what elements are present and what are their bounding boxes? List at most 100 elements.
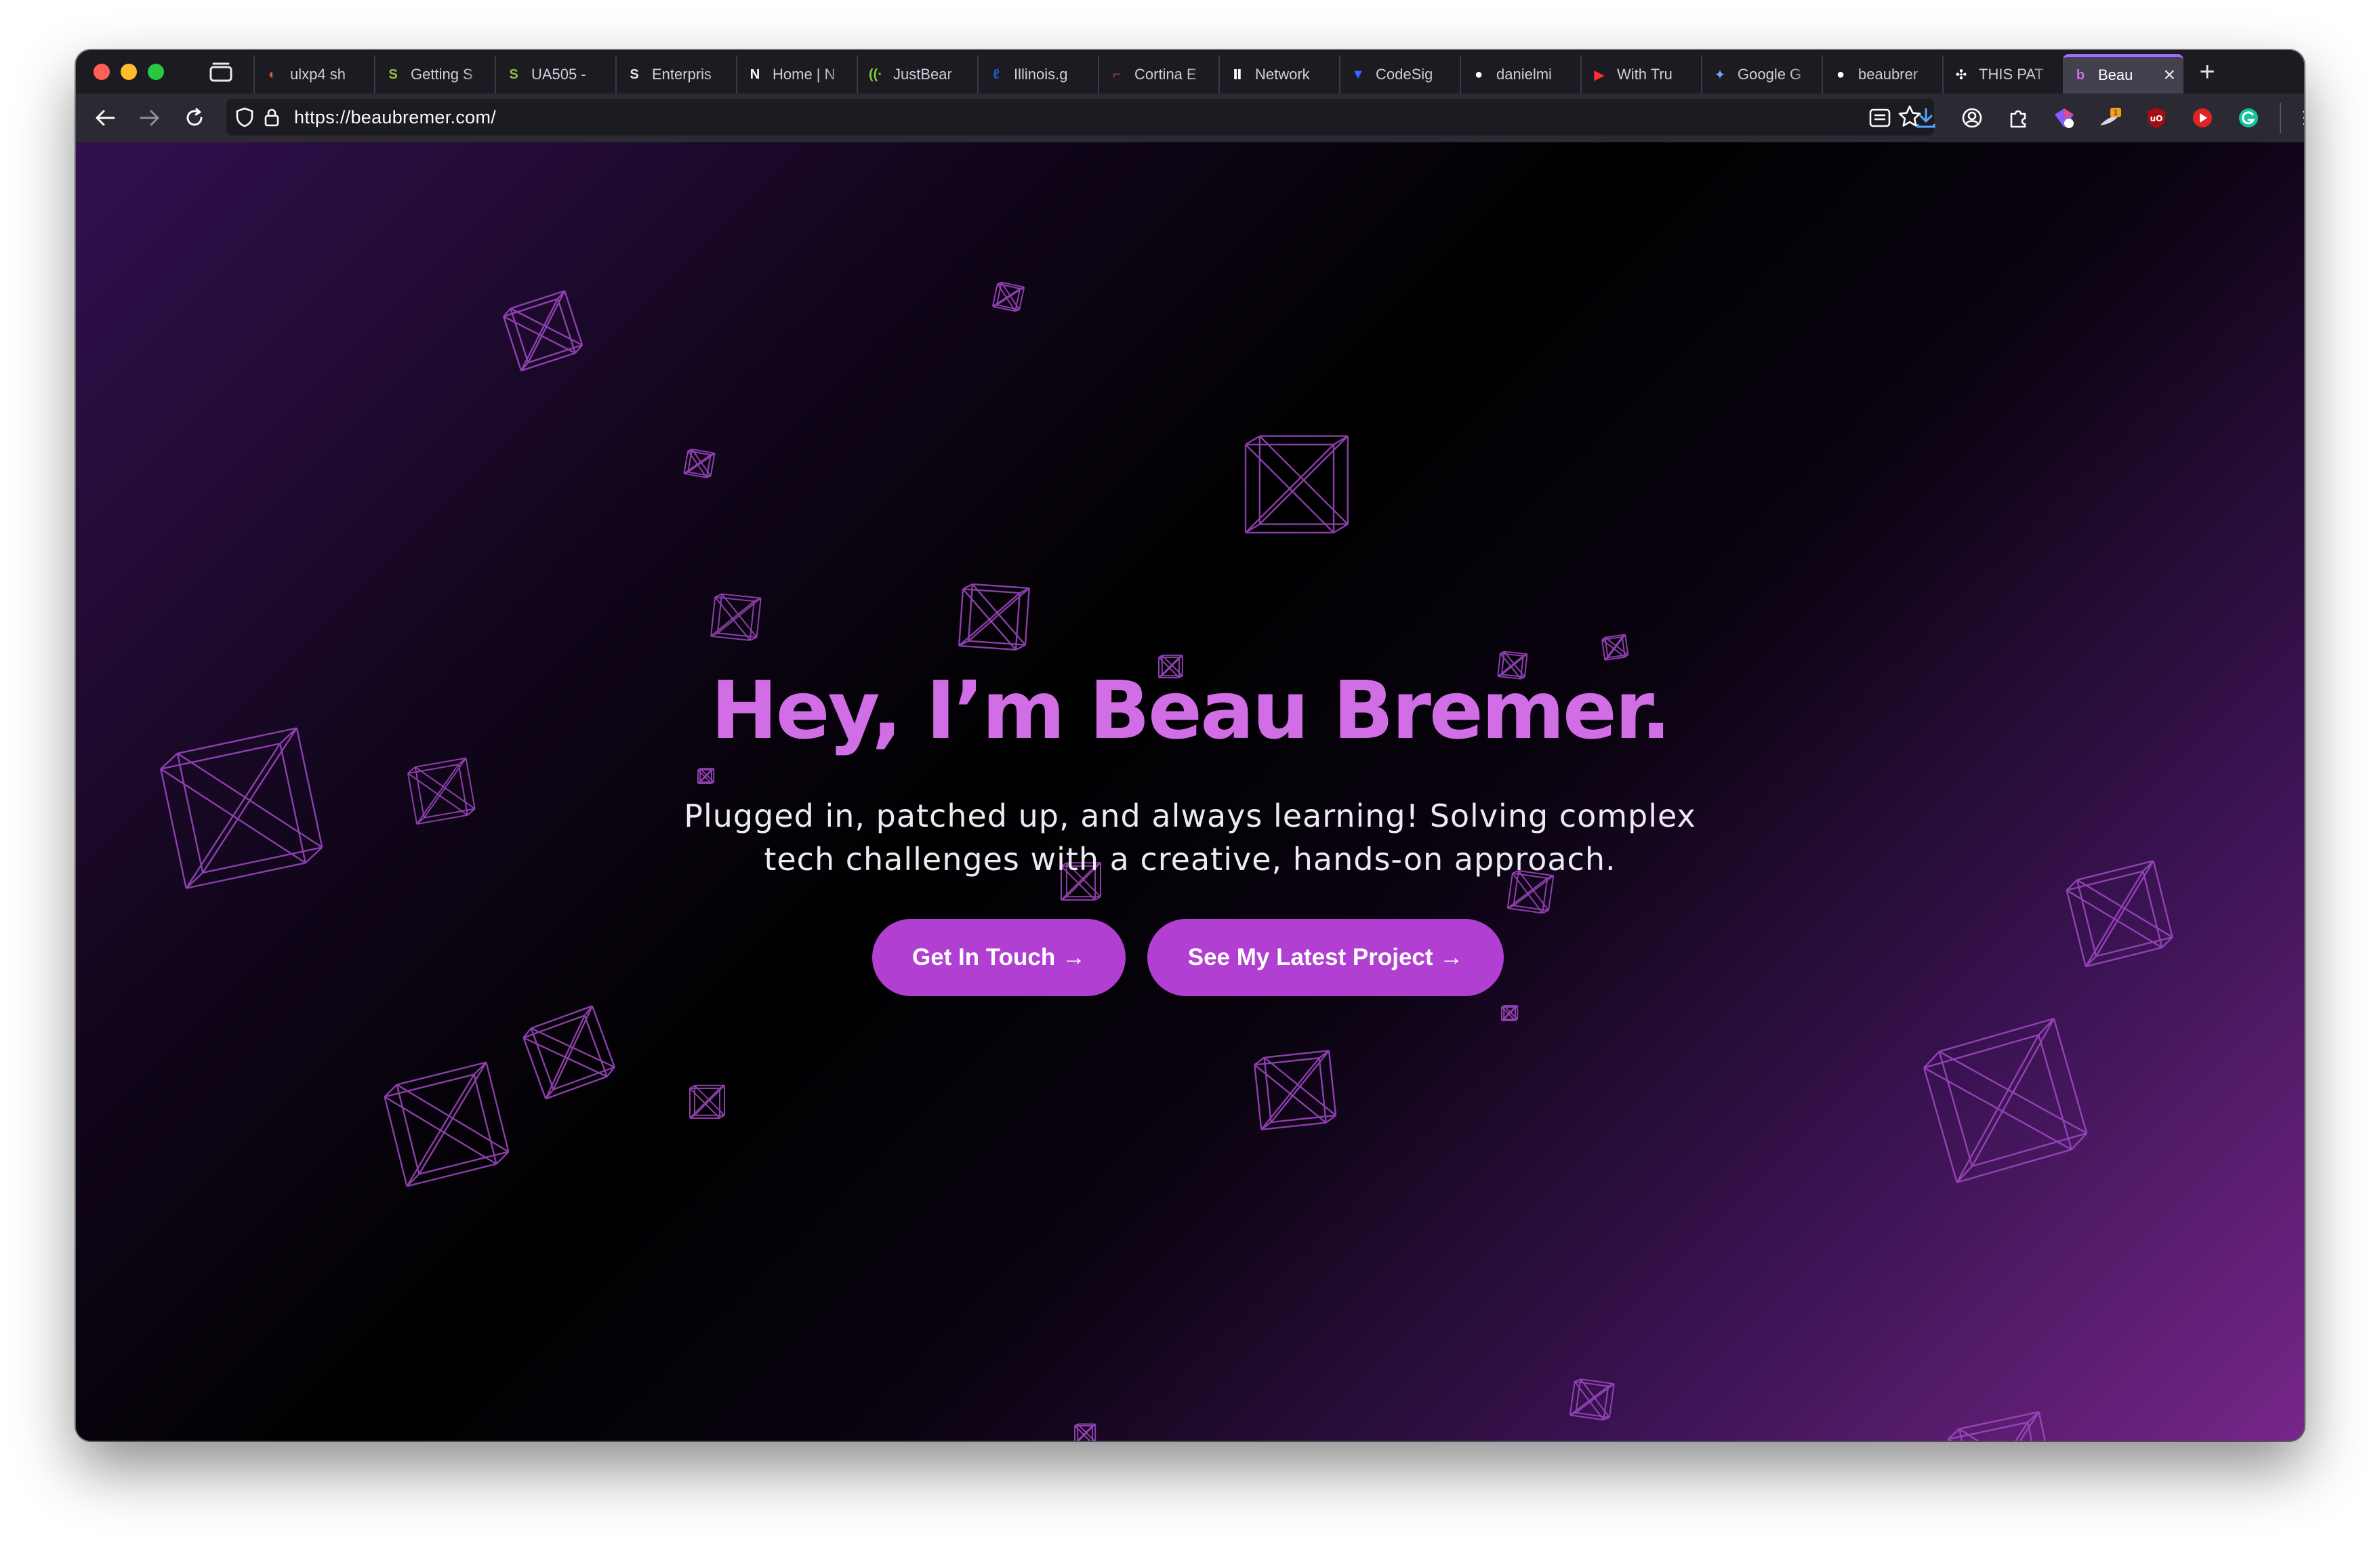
wireframe-polyhedron bbox=[683, 449, 716, 478]
browser-tab[interactable]: S Getting S bbox=[374, 56, 495, 94]
svg-text:1: 1 bbox=[2114, 108, 2118, 117]
browser-tab[interactable]: N Home | N bbox=[736, 56, 857, 94]
minimize-window-button[interactable] bbox=[121, 64, 137, 80]
radio-waves-icon: ((· bbox=[869, 66, 882, 82]
duckduckgo-icon: ◐ bbox=[268, 66, 277, 82]
extension-wing-button[interactable]: 1 bbox=[2089, 98, 2132, 138]
downloads-button[interactable] bbox=[1904, 98, 1948, 138]
hero-subtitle-line-1: Plugged in, patched up, and always learn… bbox=[684, 798, 1696, 834]
app-menu-button[interactable] bbox=[2291, 98, 2304, 138]
browser-tab[interactable]: ● danielmi bbox=[1460, 56, 1580, 94]
extensions-button[interactable] bbox=[1996, 98, 2040, 138]
extension-youtube-button[interactable] bbox=[2181, 98, 2224, 138]
hero-actions: Get In Touch → See My Latest Project → bbox=[76, 919, 2304, 996]
extension-proton-button[interactable] bbox=[2043, 98, 2086, 138]
window-controls bbox=[94, 64, 202, 80]
browser-tab[interactable]: S Enterpris bbox=[615, 56, 736, 94]
browser-tab[interactable]: b Beau × bbox=[2063, 54, 2183, 94]
reload-button[interactable] bbox=[172, 98, 217, 138]
wireframe-polyhedron bbox=[502, 290, 583, 372]
github-icon: ● bbox=[1836, 66, 1845, 82]
puzzle-piece-icon bbox=[2010, 110, 2026, 128]
account-button[interactable] bbox=[1950, 98, 1994, 138]
wireframe-polyhedron bbox=[1601, 634, 1629, 661]
close-tab-icon[interactable]: × bbox=[2163, 64, 2175, 87]
browser-tab[interactable]: ▼ CodeSig bbox=[1339, 56, 1460, 94]
gemini-icon: ✦ bbox=[1714, 67, 1726, 83]
toolbar-icons: 1 uO bbox=[1858, 94, 2304, 142]
youtube-extension-icon bbox=[2193, 108, 2212, 127]
wireframe-polyhedron bbox=[710, 593, 762, 641]
wireframe-polyhedron bbox=[689, 1084, 726, 1119]
back-arrow-icon bbox=[96, 110, 115, 126]
browser-tab[interactable]: ✦ Google G bbox=[1701, 56, 1822, 94]
forward-arrow-icon bbox=[140, 110, 159, 126]
tab-overview-button[interactable] bbox=[202, 57, 240, 87]
browser-tab[interactable]: ((· JustBear bbox=[857, 56, 977, 94]
back-button[interactable] bbox=[83, 98, 127, 138]
tab-title: JustBear bbox=[893, 66, 952, 83]
wireframe-polyhedron bbox=[1244, 435, 1349, 534]
tab-title: Enterpris bbox=[652, 66, 712, 83]
hamburger-menu-icon bbox=[2303, 110, 2304, 125]
url-text[interactable]: https://beaubremer.com/ bbox=[294, 107, 496, 128]
browser-tab[interactable]: ✣ THIS PAT bbox=[1942, 56, 2063, 94]
address-bar[interactable]: https://beaubremer.com/ bbox=[226, 99, 1934, 136]
tab-title: Home | N bbox=[773, 66, 836, 83]
reader-view-button[interactable] bbox=[1858, 98, 1902, 138]
tracking-protection-shield-icon[interactable] bbox=[232, 104, 258, 130]
extension-ublock-button[interactable]: uO bbox=[2135, 98, 2178, 138]
tab-title: Google G bbox=[1738, 66, 1802, 83]
browser-tab[interactable]: ℓ Illinois.g bbox=[977, 56, 1098, 94]
lock-icon[interactable] bbox=[259, 104, 285, 130]
browser-tab[interactable]: ▶ With Tru bbox=[1580, 56, 1701, 94]
extension-grammarly-button[interactable] bbox=[2227, 98, 2270, 138]
illinois-icon: ℓ bbox=[993, 66, 1000, 82]
toolbar-separator bbox=[2280, 103, 2281, 133]
wireframe-polyhedron bbox=[991, 281, 1025, 312]
see-latest-project-button[interactable]: See My Latest Project → bbox=[1147, 919, 1504, 996]
beau-logo-icon: b bbox=[2076, 67, 2085, 83]
hero-title: Hey, I’m Beau Bremer. bbox=[710, 663, 1671, 757]
plus-icon: + bbox=[2199, 56, 2215, 87]
wireframe-polyhedron bbox=[522, 1005, 615, 1100]
tab-title: With Tru bbox=[1617, 66, 1673, 83]
browser-tab[interactable]: S UA505 - bbox=[495, 56, 615, 94]
tab-title: Cortina E bbox=[1134, 66, 1197, 83]
wireframe-polyhedron bbox=[384, 1061, 510, 1187]
pinwheel-icon: ✣ bbox=[1955, 67, 1967, 83]
tab-title: ulxp4 sh bbox=[290, 66, 346, 83]
new-tab-button[interactable]: + bbox=[2183, 53, 2231, 91]
tab-title: THIS PAT bbox=[1979, 66, 2044, 83]
browser-tab[interactable]: ● beaubrer bbox=[1822, 56, 1942, 94]
notion-icon: N bbox=[750, 66, 760, 82]
s-logo-icon: S bbox=[630, 66, 639, 82]
browser-tab[interactable]: ⌐ Cortina E bbox=[1098, 56, 1218, 94]
hero-subtitle-line-2: tech challenges with a creative, hands-o… bbox=[764, 841, 1616, 878]
tab-title: Illinois.g bbox=[1014, 66, 1068, 83]
zoom-window-button[interactable] bbox=[148, 64, 164, 80]
reload-icon bbox=[186, 108, 203, 126]
browser-tab[interactable]: ◐ ulxp4 sh bbox=[253, 56, 374, 94]
wireframe-polyhedron bbox=[1074, 1423, 1096, 1441]
svg-text:uO: uO bbox=[2150, 114, 2163, 123]
network-icon: Ⅱ bbox=[1233, 67, 1242, 83]
tab-list: ◐ ulxp4 sh S Getting S S UA505 - S Enterpris N Ho… bbox=[253, 50, 2183, 94]
wireframe-polyhedron bbox=[1501, 1005, 1519, 1021]
browser-tab[interactable]: Ⅱ Network bbox=[1218, 56, 1339, 94]
codesignal-icon: ▼ bbox=[1351, 66, 1365, 82]
wireframe-polyhedron bbox=[958, 583, 1030, 651]
forward-button[interactable] bbox=[127, 98, 172, 138]
grammarly-icon bbox=[2239, 108, 2258, 127]
tab-strip: ◐ ulxp4 sh S Getting S S UA505 - S Enterpris N Ho… bbox=[76, 50, 2304, 94]
wing-extension-icon: 1 bbox=[2100, 108, 2121, 125]
close-window-button[interactable] bbox=[94, 64, 110, 80]
account-icon bbox=[1962, 108, 1982, 128]
reader-view-icon bbox=[1869, 108, 1891, 127]
proton-pass-icon bbox=[2055, 108, 2074, 128]
cortina-icon: ⌐ bbox=[1113, 66, 1121, 82]
tab-title: Beau bbox=[2098, 66, 2133, 83]
hero-subtitle: Plugged in, patched up, and always learn… bbox=[682, 794, 1698, 881]
get-in-touch-button[interactable]: Get In Touch → bbox=[872, 919, 1126, 996]
tab-overview-icon bbox=[209, 62, 232, 82]
